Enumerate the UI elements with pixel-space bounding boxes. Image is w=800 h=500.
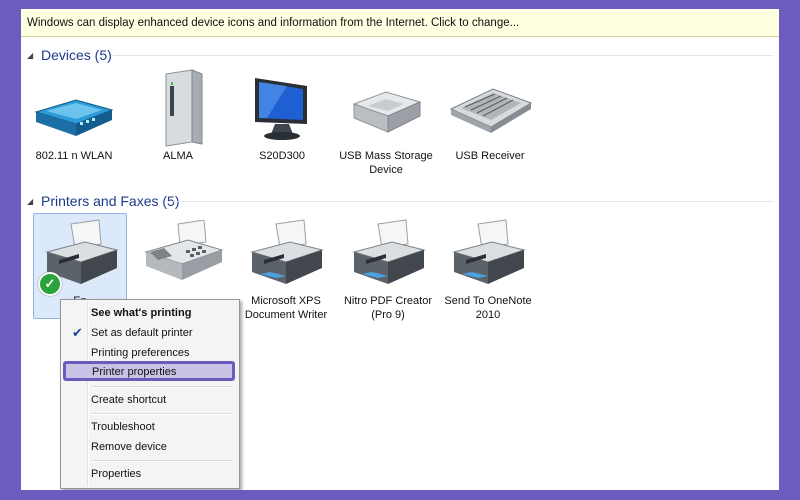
device-label: 802.11 n WLAN [35, 150, 113, 162]
group-divider [171, 201, 773, 202]
menu-item-create-shortcut[interactable]: Create shortcut [64, 390, 234, 410]
menu-item-remove-device[interactable]: Remove device [64, 437, 234, 457]
default-checkmark-icon: ✓ [38, 272, 62, 296]
menu-item-printing-preferences[interactable]: Printing preferences [64, 343, 234, 363]
printer-tile-onenote[interactable]: Send To OneNote 2010 [441, 214, 535, 322]
menu-separator [91, 413, 233, 415]
menu-item-troubleshoot[interactable]: Troubleshoot [64, 417, 234, 437]
devices-and-printers-window: Windows can display enhanced device icon… [21, 9, 779, 490]
printer-icon [441, 214, 535, 292]
group-title-devices: Devices (5) [41, 47, 112, 63]
group-divider [113, 55, 773, 56]
printer-tile-fax[interactable] [137, 214, 231, 294]
keyboard-icon [443, 69, 537, 147]
device-tile-alma[interactable]: ALMA [131, 69, 225, 163]
device-tile-wlan[interactable]: 802.11 n WLAN [27, 69, 121, 163]
device-label: USB Mass Storage Device [339, 150, 433, 176]
router-icon [27, 69, 121, 147]
device-label: Microsoft XPS Document Writer [244, 295, 328, 321]
device-tile-usb-storage[interactable]: USB Mass Storage Device [339, 69, 433, 177]
device-label: Send To OneNote 2010 [444, 295, 532, 321]
device-label: USB Receiver [455, 150, 525, 162]
device-label [137, 292, 231, 294]
hard-drive-icon [339, 69, 433, 147]
menu-item-label: Set as default printer [91, 327, 193, 339]
fax-icon [137, 214, 231, 292]
info-bar[interactable]: Windows can display enhanced device icon… [21, 9, 779, 37]
collapse-triangle-icon[interactable]: ◢ [27, 197, 35, 206]
computer-tower-icon [131, 69, 225, 147]
device-label: ALMA [163, 150, 193, 162]
monitor-icon [235, 69, 329, 147]
group-title-printers: Printers and Faxes (5) [41, 193, 180, 209]
device-tile-monitor[interactable]: S20D300 [235, 69, 329, 163]
group-header-devices[interactable]: ◢ Devices (5) [27, 45, 112, 65]
menu-separator [91, 460, 233, 462]
checkmark-icon: ✔ [72, 325, 83, 340]
printer-icon: ✓ [34, 214, 128, 296]
menu-item-see-printing[interactable]: See what's printing [64, 303, 234, 323]
device-tile-usb-receiver[interactable]: USB Receiver [443, 69, 537, 163]
printer-tile-nitro[interactable]: Nitro PDF Creator (Pro 9) [341, 214, 435, 322]
device-label: Nitro PDF Creator (Pro 9) [343, 295, 433, 321]
menu-separator [91, 386, 233, 388]
device-label: S20D300 [259, 150, 305, 162]
menu-item-set-default[interactable]: ✔ Set as default printer [64, 323, 234, 343]
printer-icon [341, 214, 435, 292]
menu-item-properties[interactable]: Properties [64, 464, 234, 484]
menu-item-printer-properties[interactable]: Printer properties [63, 361, 235, 381]
context-menu: See what's printing ✔ Set as default pri… [60, 299, 240, 489]
printer-icon [239, 214, 333, 292]
collapse-triangle-icon[interactable]: ◢ [27, 51, 35, 60]
group-header-printers[interactable]: ◢ Printers and Faxes (5) [27, 191, 180, 211]
printer-tile-xps[interactable]: Microsoft XPS Document Writer [239, 214, 333, 322]
